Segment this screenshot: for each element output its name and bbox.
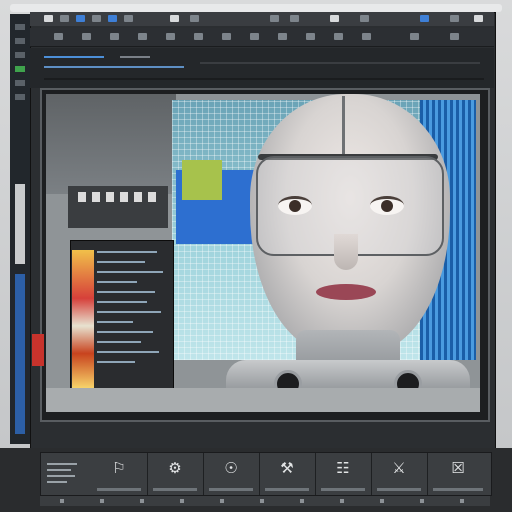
status-dot xyxy=(100,499,104,503)
timeline-track[interactable] xyxy=(200,62,480,64)
image-thumbnail[interactable] xyxy=(72,250,94,388)
camera-icon[interactable] xyxy=(166,33,175,40)
nested-tool-icon[interactable] xyxy=(78,192,86,202)
layers-icon: ⚐ xyxy=(112,459,126,477)
menu-icon[interactable] xyxy=(44,15,53,22)
render-icon[interactable] xyxy=(108,15,117,22)
tool-icon[interactable] xyxy=(420,15,429,22)
scene-green-block xyxy=(182,160,222,200)
dock-blue-panel xyxy=(15,274,25,434)
gear-icon: ⚙ xyxy=(168,459,182,477)
left-eye xyxy=(278,196,312,215)
material-icon[interactable] xyxy=(250,33,259,40)
move-icon[interactable] xyxy=(54,33,63,40)
view-icon[interactable] xyxy=(92,15,101,22)
close-icon[interactable] xyxy=(474,15,483,22)
pause-icon[interactable] xyxy=(334,33,343,40)
tool-bar xyxy=(30,28,494,47)
status-dot xyxy=(380,499,384,503)
status-dot xyxy=(220,499,224,503)
nested-toolbar xyxy=(68,186,168,228)
monitor-top-edge xyxy=(10,4,502,12)
nested-tool-icon[interactable] xyxy=(148,192,156,202)
dock-icon[interactable] xyxy=(15,80,25,86)
status-dot xyxy=(340,499,344,503)
texture-icon[interactable] xyxy=(278,33,287,40)
tool-icon[interactable] xyxy=(290,15,299,22)
status-dot xyxy=(140,499,144,503)
status-dot xyxy=(60,499,64,503)
tool-icon[interactable] xyxy=(330,15,339,22)
scale-icon[interactable] xyxy=(110,33,119,40)
tool-icon[interactable] xyxy=(270,15,279,22)
node-icon: ⚔ xyxy=(392,459,406,477)
bottom-tool-6[interactable]: ☒ xyxy=(427,453,489,495)
mesh-icon[interactable] xyxy=(222,33,231,40)
scene-floor xyxy=(46,388,480,412)
dock-icon[interactable] xyxy=(15,94,25,100)
timeline-track[interactable] xyxy=(44,66,184,68)
dock-icon[interactable] xyxy=(15,52,25,58)
dock-icon[interactable] xyxy=(15,38,25,44)
dock-icon-active[interactable] xyxy=(15,66,25,72)
play-icon[interactable] xyxy=(306,33,315,40)
tool-icon[interactable] xyxy=(450,15,459,22)
dock-icon[interactable] xyxy=(15,24,25,30)
right-eye xyxy=(370,196,404,215)
lips xyxy=(316,284,376,300)
nested-tool-icon[interactable] xyxy=(134,192,142,202)
status-dot xyxy=(300,499,304,503)
bottom-tool-1[interactable]: ⚙ xyxy=(147,453,204,495)
bottom-tool-panel: ⚐ ⚙ ☉ ⚒ ☷ ⚔ ☒ xyxy=(40,452,492,496)
scene-background xyxy=(46,94,176,194)
status-dot xyxy=(260,499,264,503)
sun-icon: ☉ xyxy=(224,459,238,477)
bottom-tool-4[interactable]: ☷ xyxy=(315,453,372,495)
tool-icon[interactable] xyxy=(360,15,369,22)
left-dock xyxy=(10,14,32,444)
options-bar xyxy=(30,48,494,88)
bottom-tool-3[interactable]: ⚒ xyxy=(259,453,316,495)
bottom-tool-5[interactable]: ⚔ xyxy=(371,453,428,495)
nested-tool-icon[interactable] xyxy=(92,192,100,202)
dock-panel xyxy=(15,184,25,264)
help-icon[interactable] xyxy=(170,15,179,22)
head-seam xyxy=(342,96,345,154)
build-icon: ⚒ xyxy=(280,459,294,477)
light-icon[interactable] xyxy=(194,33,203,40)
select-icon[interactable] xyxy=(138,33,147,40)
menu-bar xyxy=(30,12,494,26)
separator xyxy=(44,78,484,80)
rotate-icon[interactable] xyxy=(82,33,91,40)
red-indicator xyxy=(32,334,44,366)
nested-tool-icon[interactable] xyxy=(106,192,114,202)
status-bar xyxy=(40,496,490,506)
bottom-tool-2[interactable]: ☉ xyxy=(203,453,260,495)
status-dot xyxy=(180,499,184,503)
stop-icon[interactable] xyxy=(362,33,371,40)
bottom-tool-0[interactable]: ⚐ xyxy=(91,453,148,495)
options-track xyxy=(120,56,150,58)
edit-icon[interactable] xyxy=(76,15,85,22)
window-icon[interactable] xyxy=(124,15,133,22)
file-icon[interactable] xyxy=(60,15,69,22)
tool-icon[interactable] xyxy=(450,33,459,40)
nested-tool-icon[interactable] xyxy=(120,192,128,202)
grid-icon: ☷ xyxy=(336,459,350,477)
settings-icon[interactable] xyxy=(190,15,199,22)
tool-icon[interactable] xyxy=(410,33,419,40)
export-icon: ☒ xyxy=(451,459,465,477)
panel-label xyxy=(45,459,81,489)
options-track xyxy=(44,56,104,58)
nose xyxy=(334,234,358,270)
status-dot xyxy=(460,499,464,503)
status-dot xyxy=(420,499,424,503)
